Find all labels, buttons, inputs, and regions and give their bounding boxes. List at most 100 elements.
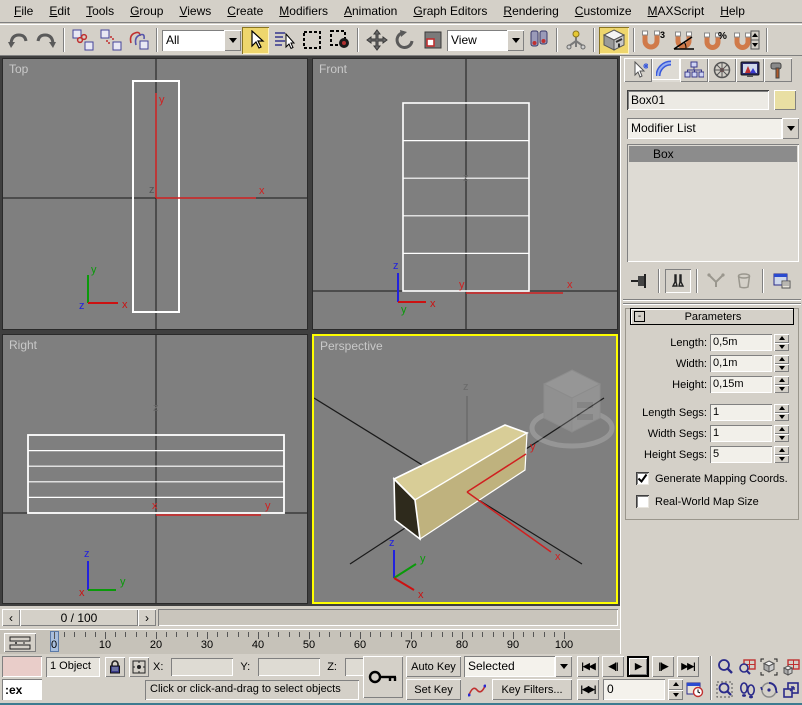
- viewport-perspective[interactable]: Perspective z: [312, 334, 618, 604]
- length-spinner[interactable]: [774, 334, 789, 351]
- tab-modify[interactable]: [652, 58, 680, 82]
- menu-item-rendering[interactable]: Rendering: [495, 1, 566, 21]
- generate-mapping-coords-checkbox[interactable]: [636, 472, 649, 485]
- show-end-result-button[interactable]: [665, 269, 691, 293]
- menu-item-graph-editors[interactable]: Graph Editors: [405, 1, 495, 21]
- object-color-swatch[interactable]: [774, 90, 796, 110]
- tab-hierarchy[interactable]: [680, 58, 708, 82]
- select-and-rotate-button[interactable]: [391, 27, 418, 54]
- time-slider-next-button[interactable]: ›: [138, 609, 156, 626]
- parameters-rollout-header[interactable]: - Parameters: [630, 308, 794, 325]
- height-segs-field[interactable]: 5: [710, 446, 772, 463]
- previous-frame-button[interactable]: ◀||: [602, 656, 624, 677]
- object-name-field[interactable]: Box01: [627, 90, 769, 110]
- selection-filter-dropdown[interactable]: All: [162, 30, 241, 51]
- menu-item-group[interactable]: Group: [122, 1, 171, 21]
- select-and-link-button[interactable]: [69, 27, 96, 54]
- arc-rotate-button[interactable]: [758, 678, 780, 701]
- menu-item-modifiers[interactable]: Modifiers: [271, 1, 336, 21]
- real-world-map-size-checkbox[interactable]: [636, 495, 649, 508]
- time-slider-handle[interactable]: 0 / 100: [20, 609, 138, 626]
- tab-display[interactable]: [736, 58, 764, 82]
- menu-item-tools[interactable]: Tools: [78, 1, 122, 21]
- current-frame-field[interactable]: 0: [603, 679, 665, 700]
- menu-item-views[interactable]: Views: [171, 1, 219, 21]
- height-segs-spinner[interactable]: [774, 446, 789, 463]
- width-segs-field[interactable]: 1: [710, 425, 772, 442]
- angle-snap-toggle-button[interactable]: [670, 27, 700, 54]
- default-in-out-tangents-button[interactable]: [464, 679, 489, 700]
- use-pivot-point-center-button[interactable]: [525, 27, 552, 54]
- length-segs-spinner[interactable]: [774, 404, 789, 421]
- menu-item-maxscript[interactable]: MAXScript: [640, 1, 713, 21]
- zoom-button[interactable]: [714, 655, 736, 678]
- window-crossing-toggle-button[interactable]: [326, 27, 353, 54]
- key-mode-toggle-button[interactable]: |◀▶|: [577, 679, 599, 700]
- selection-filter-arrow[interactable]: [224, 30, 241, 51]
- macro-recorder-field[interactable]: [2, 656, 42, 677]
- snaps-toggle-button[interactable]: 3: [639, 27, 669, 54]
- track-bar[interactable]: 0102030405060708090100: [0, 629, 620, 654]
- region-zoom-button[interactable]: [714, 678, 736, 701]
- select-by-name-button[interactable]: [270, 27, 297, 54]
- panel-splitter[interactable]: [623, 299, 801, 305]
- length-segs-field[interactable]: 1: [710, 404, 772, 421]
- tab-create[interactable]: [624, 58, 652, 82]
- zoom-extents-all-button[interactable]: [780, 655, 802, 678]
- remove-modifier-button[interactable]: [731, 269, 757, 293]
- time-configuration-button[interactable]: [684, 679, 706, 700]
- frame-spinner[interactable]: [668, 679, 683, 700]
- generate-mapping-coords-row[interactable]: Generate Mapping Coords.: [636, 470, 802, 487]
- real-world-map-size-row[interactable]: Real-World Map Size: [636, 493, 802, 510]
- viewport-front[interactable]: Front y x z z x: [312, 58, 618, 330]
- bind-to-space-warp-button[interactable]: [125, 27, 152, 54]
- viewport-right[interactable]: Right x y z z y: [2, 334, 308, 604]
- percent-snap-toggle-button[interactable]: %: [701, 27, 731, 54]
- spinner-snap-toggle-button[interactable]: [732, 27, 762, 54]
- reference-coordinate-arrow[interactable]: [507, 30, 524, 51]
- configure-modifier-sets-button[interactable]: [769, 269, 795, 293]
- lock-selection-button[interactable]: [105, 657, 125, 677]
- menu-item-create[interactable]: Create: [219, 1, 271, 21]
- select-and-scale-button[interactable]: [419, 27, 446, 54]
- length-field[interactable]: 0,5m: [710, 334, 772, 351]
- modifier-stack[interactable]: Box: [627, 144, 799, 262]
- next-frame-button[interactable]: ||▶: [652, 656, 674, 677]
- zoom-extents-button[interactable]: [758, 655, 780, 678]
- width-spinner[interactable]: [774, 355, 789, 372]
- select-and-manipulate-button[interactable]: [562, 27, 589, 54]
- undo-button[interactable]: [4, 27, 31, 54]
- key-filters-button[interactable]: Key Filters...: [492, 679, 572, 700]
- modifier-list-arrow[interactable]: [782, 118, 799, 139]
- width-segs-spinner[interactable]: [774, 425, 789, 442]
- time-slider-track[interactable]: [158, 609, 618, 626]
- x-field[interactable]: [171, 658, 233, 676]
- key-mode-arrow[interactable]: [555, 656, 572, 677]
- absolute-offset-toggle-button[interactable]: [129, 657, 149, 677]
- auto-key-button[interactable]: Auto Key: [406, 656, 461, 677]
- select-object-button[interactable]: [242, 27, 269, 54]
- zoom-all-button[interactable]: [736, 655, 758, 678]
- maxscript-mini-listener[interactable]: :ex: [2, 679, 42, 700]
- reference-coordinate-dropdown[interactable]: View: [447, 30, 524, 51]
- pin-stack-button[interactable]: [627, 269, 653, 293]
- open-mini-curve-editor-button[interactable]: [4, 633, 36, 652]
- min-max-toggle-button[interactable]: [780, 678, 802, 701]
- make-unique-button[interactable]: [703, 269, 729, 293]
- menu-item-animation[interactable]: Animation: [336, 1, 405, 21]
- pan-view-button[interactable]: [736, 678, 758, 701]
- modifier-stack-item-box[interactable]: Box: [629, 146, 797, 162]
- tab-motion[interactable]: [708, 58, 736, 82]
- key-mode-dropdown[interactable]: Selected: [464, 656, 572, 677]
- menu-item-customize[interactable]: Customize: [567, 1, 640, 21]
- rollout-collapse-icon[interactable]: -: [634, 311, 645, 322]
- set-keys-button[interactable]: [363, 656, 403, 698]
- menu-item-help[interactable]: Help: [712, 1, 753, 21]
- viewport-top[interactable]: Top y x z y x z: [2, 58, 308, 330]
- track-bar-ruler[interactable]: 0102030405060708090100: [46, 630, 606, 655]
- tab-utilities[interactable]: [764, 58, 792, 82]
- width-field[interactable]: 0,1m: [710, 355, 772, 372]
- set-key-button[interactable]: Set Key: [406, 679, 461, 700]
- select-and-move-button[interactable]: [363, 27, 390, 54]
- height-spinner[interactable]: [774, 376, 789, 393]
